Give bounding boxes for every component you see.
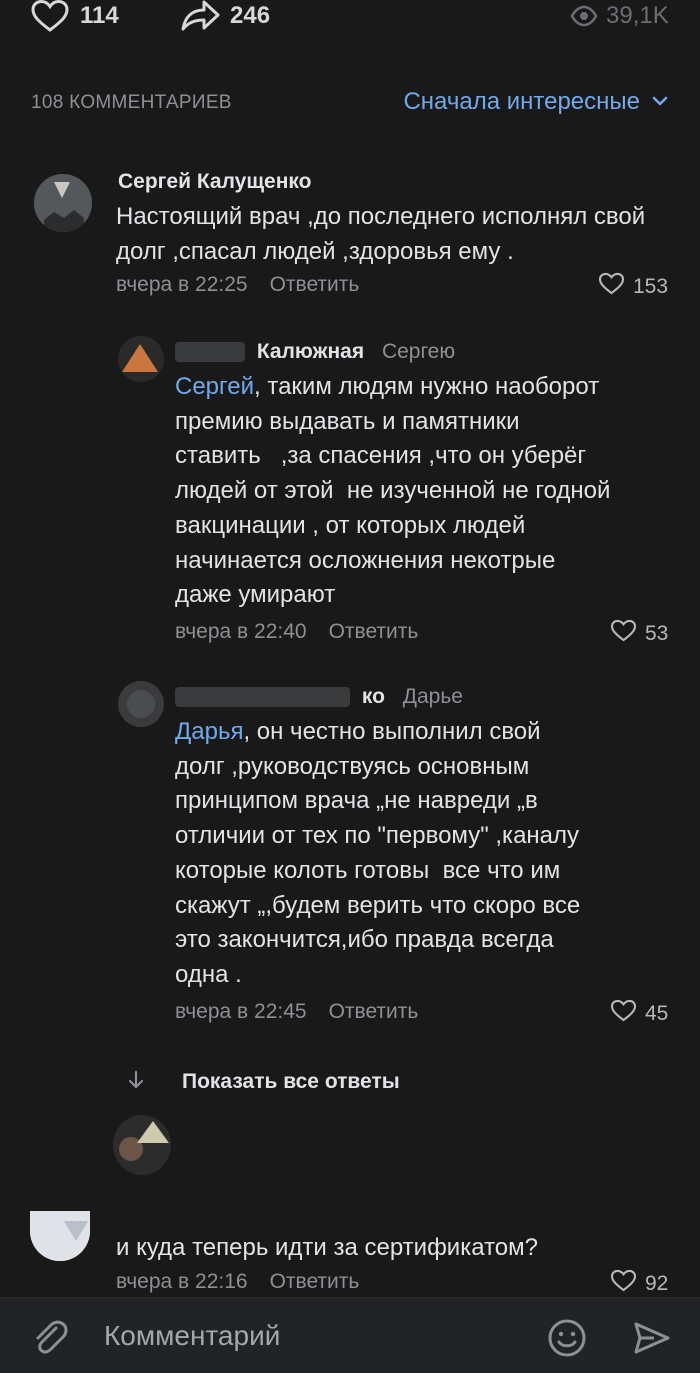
comment: Сергей Калущенко Настоящий врач ,до посл…	[0, 160, 700, 300]
reply-button[interactable]: Ответить	[270, 1270, 360, 1294]
comment-like-button[interactable]: 92	[610, 1269, 668, 1298]
avatar[interactable]	[118, 681, 164, 727]
avatar[interactable]	[113, 1115, 171, 1175]
comments-count: 108 КОММЕНТАРИЕВ	[31, 92, 232, 113]
reply-to[interactable]: Сергею	[382, 340, 455, 363]
comment-like-button[interactable]: 53	[610, 619, 668, 648]
avatar[interactable]	[30, 1211, 90, 1261]
author-name[interactable]: ко	[362, 685, 385, 708]
likes-count: 114	[80, 2, 119, 29]
likes-count: 153	[633, 274, 669, 298]
chevron-down-icon	[652, 93, 668, 111]
likes-count: 53	[645, 621, 669, 645]
likes-count: 45	[645, 1001, 669, 1025]
views-count: 39,1K	[606, 2, 669, 29]
reply-to[interactable]: Дарье	[403, 685, 463, 708]
comment-meta: вчера в 22:40 Ответить	[175, 620, 418, 644]
comment-reply: Калюжная Сергею Сергей, таким людям нужн…	[0, 330, 700, 650]
author-line: ко Дарье	[175, 685, 463, 709]
send-icon[interactable]	[632, 1318, 672, 1363]
comment-like-button[interactable]: 153	[598, 272, 668, 301]
reply-button[interactable]: Ответить	[270, 273, 360, 297]
comment-time: вчера в 22:40	[175, 620, 307, 643]
heart-icon	[610, 999, 637, 1028]
comment-time: вчера в 22:25	[116, 273, 248, 296]
avatar[interactable]	[118, 336, 164, 382]
comment-reply: ко Дарье Дарья, он честно выполнил свой …	[0, 675, 700, 1035]
mention-link[interactable]: Сергей	[175, 373, 254, 400]
sort-dropdown[interactable]: Сначала интересные	[403, 88, 668, 116]
comment-text: и куда теперь идти за сертификатом?	[116, 1234, 538, 1261]
blurred-name-part	[175, 342, 245, 363]
share-button[interactable]: 246	[180, 0, 270, 32]
comment-body: , таким людям нужно наоборот премию выда…	[175, 373, 611, 609]
comment-time: вчера в 22:45	[175, 1000, 307, 1023]
author-name[interactable]: Калюжная	[257, 340, 364, 363]
comment: и куда теперь идти за сертификатом? вчер…	[0, 1205, 700, 1295]
blurred-name-part	[175, 687, 350, 708]
show-all-label: Показать все ответы	[182, 1070, 400, 1093]
mention-link[interactable]: Дарья	[175, 718, 243, 745]
emoji-icon[interactable]	[547, 1318, 587, 1363]
author-name[interactable]: Сергей Калущенко	[118, 170, 311, 193]
eye-icon	[570, 4, 598, 28]
reply-button[interactable]: Ответить	[329, 1000, 419, 1024]
share-icon	[180, 0, 220, 32]
heart-icon	[598, 272, 625, 301]
post-stats: 114 246 39,1K	[0, 0, 700, 40]
heart-icon	[610, 619, 637, 648]
likes-count: 92	[645, 1271, 669, 1295]
sort-label: Сначала интересные	[403, 88, 640, 115]
avatar[interactable]	[34, 174, 92, 232]
comment-text: Настоящий врач ,до последнего исполнял с…	[116, 203, 652, 265]
comment-meta: вчера в 22:25 Ответить	[116, 273, 359, 297]
comment-like-button[interactable]: 45	[610, 999, 668, 1028]
comment-meta: вчера в 22:45 Ответить	[175, 1000, 418, 1024]
like-button[interactable]: 114	[30, 0, 119, 32]
show-all-replies-button[interactable]: Показать все ответы	[120, 1062, 520, 1102]
arrow-down-icon	[128, 1070, 144, 1095]
comment-text: Дарья, он честно выполнил свой долг ,рук…	[175, 715, 685, 993]
heart-icon	[610, 1269, 637, 1298]
comment-text: Сергей, таким людям нужно наоборот преми…	[175, 370, 685, 613]
comment-body: , он честно выполнил свой долг ,руководс…	[175, 718, 581, 988]
heart-icon	[30, 0, 70, 32]
author-line: Калюжная Сергею	[175, 340, 455, 364]
comment-meta: вчера в 22:16 Ответить	[116, 1270, 359, 1294]
shares-count: 246	[230, 2, 271, 29]
comment-composer	[0, 1297, 700, 1373]
author-line: Сергей Калущенко	[118, 170, 311, 194]
comments-header: 108 КОММЕНТАРИЕВ Сначала интересные	[0, 82, 700, 126]
paperclip-icon[interactable]	[30, 1318, 70, 1363]
views-counter: 39,1K	[570, 0, 669, 32]
comment-input[interactable]	[104, 1316, 524, 1356]
comment-time: вчера в 22:16	[116, 1270, 248, 1293]
reply-button[interactable]: Ответить	[329, 620, 419, 644]
